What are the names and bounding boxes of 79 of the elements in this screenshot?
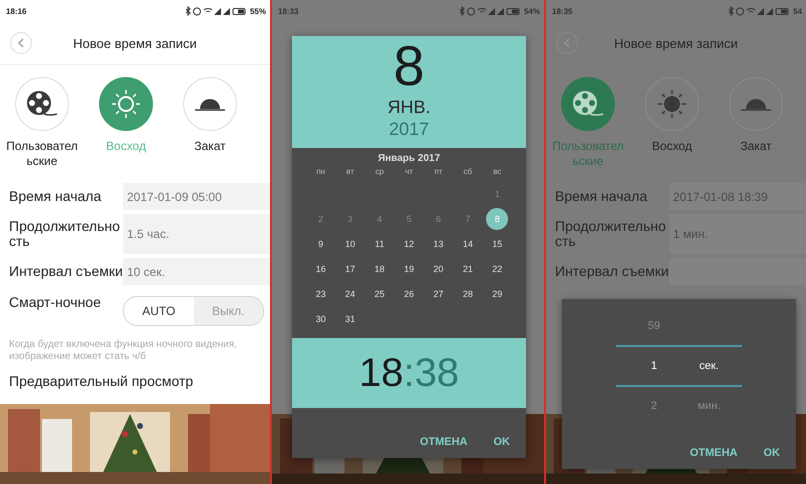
section-title: Предварительный просмотр (8, 372, 194, 389)
selected-month: ЯНВ. (387, 96, 430, 118)
sunset-icon (740, 96, 772, 112)
weekday-label: чт (404, 166, 414, 178)
picker-number[interactable]: 1 (624, 360, 684, 372)
dialog-button[interactable]: OK (494, 436, 510, 448)
battery-percent: 54 (793, 6, 802, 16)
status-time: 18:33 (278, 6, 298, 16)
calendar-day[interactable]: 16 (310, 258, 332, 280)
calendar-day[interactable]: 27 (427, 283, 450, 305)
field-value[interactable]: 10 сек. (123, 258, 270, 285)
calendar-day[interactable]: 26 (398, 283, 420, 305)
calendar-day[interactable]: 19 (398, 258, 420, 280)
status-icons-drawing (728, 6, 790, 16)
mode-label: Закат (739, 139, 773, 154)
field-label: Интервал съемки (8, 264, 123, 279)
dialog-button[interactable]: ОТМЕНА (420, 436, 468, 448)
field-label: Время начала (554, 189, 648, 204)
weekday-label: сб (462, 166, 474, 178)
field-value[interactable]: 2017-01-09 05:00 (123, 183, 270, 210)
calendar-day[interactable]: 14 (456, 233, 479, 255)
mode-label: Пользовательские (552, 139, 624, 169)
calendar-day[interactable]: 25 (368, 283, 391, 305)
film-reel-icon (572, 90, 604, 118)
calendar-day[interactable]: 17 (339, 258, 362, 280)
calendar-day[interactable]: 9 (310, 233, 332, 255)
weekday-label: пн (315, 166, 326, 178)
calendar-day[interactable]: 18 (368, 258, 391, 280)
field-label: Интервал съемки (554, 264, 669, 279)
battery-percent: 54% (524, 6, 540, 16)
field-label: Продолжительность (8, 219, 121, 249)
calendar-day[interactable]: 30 (310, 308, 332, 330)
calendar-day[interactable]: 24 (339, 283, 362, 305)
field-label: Продолжительность (554, 219, 667, 249)
calendar-day[interactable]: 12 (398, 233, 420, 255)
dialog-button[interactable]: OK (764, 447, 780, 459)
status-time: 18:16 (6, 6, 26, 16)
hours-text[interactable]: 18 (358, 350, 404, 396)
time-separator: : (403, 350, 415, 396)
calendar-day[interactable]: 21 (456, 258, 479, 280)
mode-label: Восход (651, 139, 693, 154)
back-icon (563, 38, 571, 48)
calendar-day[interactable]: 11 (368, 233, 391, 255)
calendar-day[interactable]: 20 (427, 258, 450, 280)
calendar-day[interactable]: 10 (339, 233, 362, 255)
screen-title: Новое время записи (72, 36, 198, 50)
mode-label: Пользовательские (6, 139, 78, 169)
screen-title: Новое время записи (613, 36, 739, 50)
status-icons-drawing (458, 6, 521, 16)
calendar-day[interactable]: 13 (427, 233, 450, 255)
weekday-label: вт (345, 166, 355, 178)
calendar-title: Январь 2017 (376, 152, 442, 164)
film-reel-icon (26, 90, 58, 118)
hint-text: Когда будет включена функция ночного видения, изображение может стать ч/б (8, 338, 238, 363)
status-icons-drawing (184, 6, 247, 16)
sun-icon (656, 88, 688, 120)
sun-icon (110, 88, 142, 120)
status-time: 18:35 (552, 6, 572, 16)
calendar-day[interactable]: 22 (486, 258, 508, 280)
field-label: Смарт-ночное (8, 295, 102, 310)
night-mode-toggle[interactable]: AUTO Выкл. (123, 296, 264, 326)
battery-percent: 55% (250, 6, 266, 16)
weekday-label: пт (433, 166, 444, 178)
mode-label: Восход (105, 139, 147, 154)
calendar-day[interactable]: 15 (486, 233, 508, 255)
field-label: Время начала (8, 189, 102, 204)
calendar-day[interactable]: 29 (486, 283, 508, 305)
picker-unit[interactable]: сек. (684, 360, 734, 372)
calendar-day[interactable]: 28 (456, 283, 479, 305)
weekday-label: ср (374, 166, 385, 178)
field-value[interactable]: 1.5 час. (123, 214, 270, 254)
sunset-icon (194, 96, 226, 112)
selected-day: 8 (393, 36, 425, 96)
dialog-button[interactable]: ОТМЕНА (690, 447, 738, 459)
calendar-day[interactable]: 31 (339, 308, 362, 330)
back-icon (17, 38, 25, 48)
weekday-label: вс (492, 166, 502, 178)
mode-label: Закат (193, 139, 227, 154)
calendar-day[interactable]: 23 (310, 283, 332, 305)
